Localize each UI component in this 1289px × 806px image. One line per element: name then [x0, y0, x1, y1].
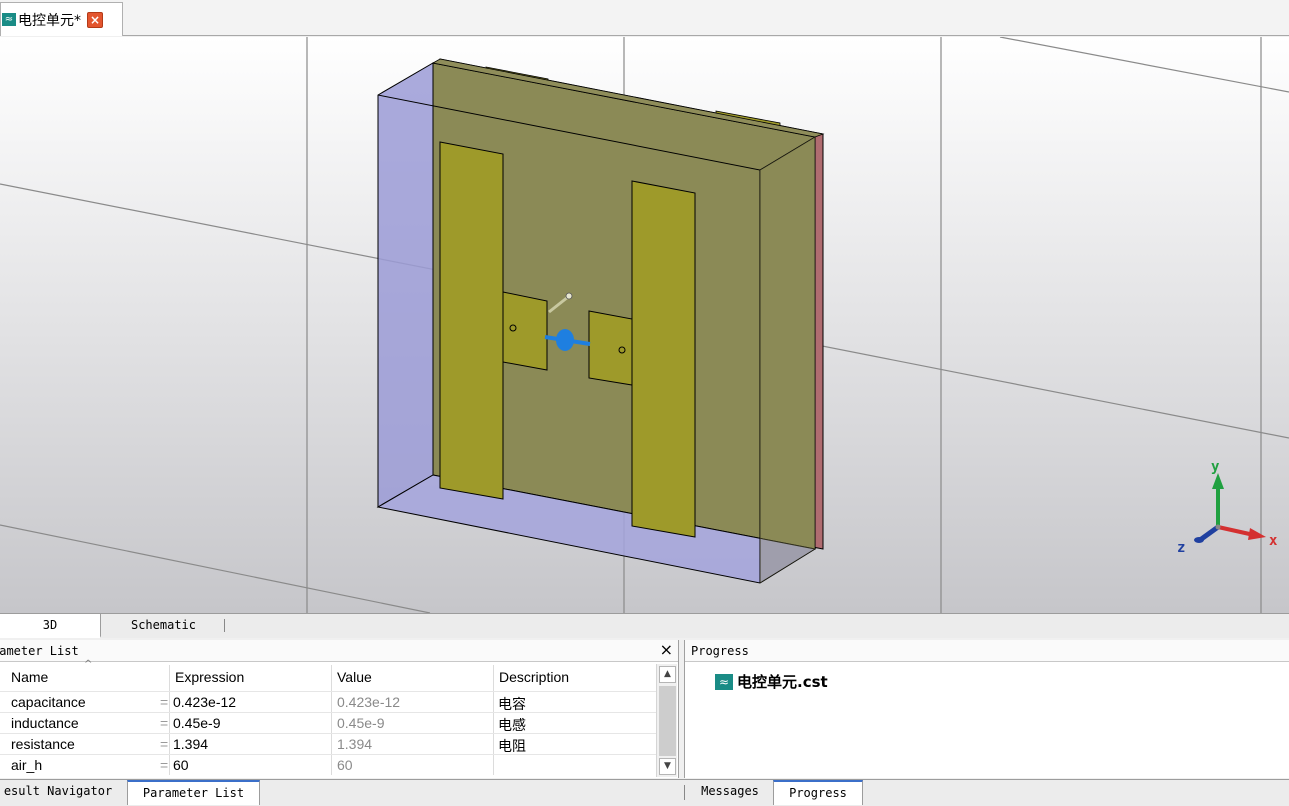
tab-result-navigator[interactable]: esult Navigator: [0, 780, 124, 805]
column-header-description[interactable]: Description: [499, 669, 569, 685]
z-axis-label: z: [1177, 540, 1185, 556]
param-eq: =: [160, 715, 169, 731]
scroll-down-arrow-icon[interactable]: ▼: [659, 758, 676, 775]
table-row[interactable]: air_h = 60 60: [0, 754, 656, 775]
tab-separator: [684, 785, 685, 800]
y-axis-label: y: [1211, 459, 1220, 475]
progress-panel: Progress ≈ 电控单元.cst: [684, 640, 1289, 778]
close-icon[interactable]: ×: [660, 641, 673, 659]
x-axis-label: x: [1269, 533, 1278, 549]
close-icon[interactable]: ×: [87, 11, 103, 28]
3d-viewport[interactable]: y x z: [0, 37, 1289, 613]
left-patch[interactable]: [439, 141, 504, 500]
param-description[interactable]: 电阻: [498, 736, 526, 756]
cst-wave-icon: ≈: [2, 13, 16, 26]
param-value: 0.423e-12: [337, 694, 401, 710]
param-value: 0.45e-9: [337, 715, 385, 731]
column-header-value[interactable]: Value: [337, 669, 372, 685]
param-expression[interactable]: 0.45e-9: [173, 715, 220, 731]
param-description[interactable]: 电感: [498, 715, 526, 735]
tab-parameter-list[interactable]: Parameter List: [127, 780, 260, 805]
view-tab-bar: 3D Schematic: [0, 613, 1289, 638]
progress-file-name: 电控单元.cst: [737, 673, 828, 691]
progress-header: Progress: [685, 640, 1289, 662]
tab-schematic[interactable]: Schematic: [101, 614, 226, 638]
tab-3d[interactable]: 3D: [0, 614, 101, 638]
param-name: air_h: [11, 757, 43, 773]
left-pad[interactable]: [502, 291, 548, 371]
progress-item[interactable]: ≈ 电控单元.cst: [715, 671, 828, 692]
tab-progress[interactable]: Progress: [773, 780, 863, 805]
3d-scene[interactable]: y x z: [0, 37, 1289, 613]
param-expression[interactable]: 60: [173, 757, 189, 773]
progress-title: Progress: [691, 644, 749, 658]
param-name: inductance: [11, 715, 79, 731]
parameter-list-panel: rameter List × ^ Name Expression Value D…: [0, 640, 679, 778]
column-header-name[interactable]: Name: [11, 669, 48, 685]
table-row[interactable]: inductance = 0.45e-9 0.45e-9 电感: [0, 712, 656, 733]
param-name: resistance: [11, 736, 75, 752]
tab-messages[interactable]: Messages: [690, 780, 770, 805]
param-expression[interactable]: 0.423e-12: [173, 694, 236, 710]
bottom-tab-bar: esult Navigator Parameter List Messages …: [0, 779, 1289, 806]
document-tab-bar: ≈ 电控单元* ×: [0, 0, 1289, 36]
param-eq: =: [160, 736, 169, 752]
scroll-up-arrow-icon[interactable]: ▲: [659, 666, 676, 683]
param-value: 60: [337, 757, 353, 773]
cst-wave-icon: ≈: [715, 673, 733, 690]
param-name: capacitance: [11, 694, 86, 710]
parameter-list-title: rameter List: [0, 644, 79, 658]
parameter-list-header: rameter List ×: [0, 640, 678, 662]
sort-caret-icon: ^: [84, 659, 93, 670]
table-row[interactable]: capacitance = 0.423e-12 0.423e-12 电容: [0, 691, 656, 712]
right-pad[interactable]: [588, 310, 633, 386]
right-patch[interactable]: [631, 180, 696, 538]
tab-separator: [224, 619, 225, 632]
param-value: 1.394: [337, 736, 373, 752]
param-expression[interactable]: 1.394: [173, 736, 208, 752]
column-header-expression[interactable]: Expression: [175, 669, 244, 685]
table-row[interactable]: resistance = 1.394 1.394 电阻: [0, 733, 656, 754]
param-description[interactable]: 电容: [498, 694, 526, 714]
document-tab[interactable]: ≈ 电控单元* ×: [0, 2, 123, 36]
scroll-thumb[interactable]: [659, 686, 676, 756]
document-tab-title: 电控单元*: [18, 12, 81, 29]
param-eq: =: [160, 694, 169, 710]
vertical-scrollbar[interactable]: ▲ ▼: [656, 664, 677, 777]
param-eq: =: [160, 757, 169, 773]
